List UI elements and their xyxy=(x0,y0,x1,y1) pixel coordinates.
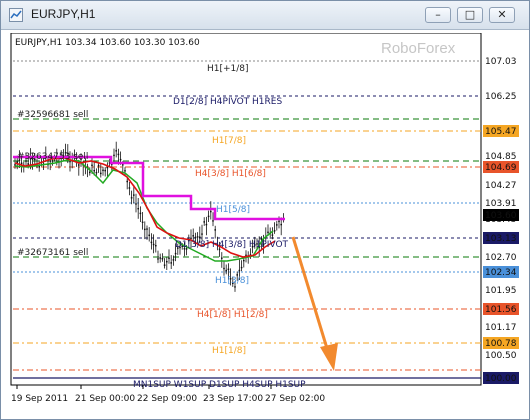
svg-text:104.85: 104.85 xyxy=(485,152,517,162)
svg-text:104.69: 104.69 xyxy=(485,163,517,173)
price-label: 104.69 xyxy=(483,161,519,173)
chart-info-line: EURJPY,H1 103.34 103.60 103.30 103.60 xyxy=(15,38,200,48)
title-bar[interactable]: EURJPY,H1 – □ ✕ xyxy=(1,1,529,30)
level-label: H1[1/8] xyxy=(212,346,246,356)
price-label: 103.91 xyxy=(483,197,519,209)
svg-text:101.56: 101.56 xyxy=(485,305,517,315)
svg-text:102.34: 102.34 xyxy=(485,268,517,278)
time-label: 27 Sep 02:00 xyxy=(265,394,325,404)
svg-text:100.50: 100.50 xyxy=(485,351,517,361)
svg-text:105.47: 105.47 xyxy=(485,127,517,137)
time-label: 21 Sep 00:00 xyxy=(75,394,135,404)
level-label: H4[3/8] H1[6/8] xyxy=(195,169,266,179)
watermark-logo: RoboForex xyxy=(381,40,456,57)
level-label: #32673161 sell xyxy=(17,248,88,258)
level-label: MN1SUP W1SUP D1SUP H4SUP H1SUP xyxy=(133,380,306,390)
price-label: 101.56 xyxy=(483,303,519,315)
level-label: H4[1/8] H1[2/8] xyxy=(197,310,268,320)
level-label: #32596681 sell xyxy=(17,110,88,120)
svg-text:104.27: 104.27 xyxy=(485,181,517,191)
time-label: 19 Sep 2011 xyxy=(11,394,68,404)
svg-text:102.70: 102.70 xyxy=(485,253,517,263)
maximize-button[interactable]: □ xyxy=(457,7,483,23)
chart-canvas[interactable]: H1[+1/8] D1[2/8] H4PIVOT H1RES #32596681 s… xyxy=(7,32,523,409)
minimize-button[interactable]: – xyxy=(425,7,451,23)
window-title: EURJPY,H1 xyxy=(31,7,96,21)
price-label: 102.34 xyxy=(483,266,519,278)
level-label: D1[2/8] H4PIVOT H1RES xyxy=(173,97,282,107)
level-label: H1[+1/8] xyxy=(207,64,249,74)
current-price-marker: 103.60 xyxy=(483,209,519,221)
svg-text:100.00: 100.00 xyxy=(485,374,517,384)
svg-text:107.03: 107.03 xyxy=(485,57,517,67)
price-label: 104.85 xyxy=(483,150,519,162)
price-label: 100.50 xyxy=(483,349,519,361)
chart-window: EURJPY,H1 – □ ✕ H1[+1/8] D1[2/8] H4PIVOT… xyxy=(0,0,530,420)
price-label: 101.95 xyxy=(483,284,519,296)
time-label: 22 Sep 09:00 xyxy=(137,394,197,404)
svg-text:103.91: 103.91 xyxy=(485,199,517,209)
price-label: 107.03 xyxy=(483,55,519,67)
price-label: 106.25 xyxy=(483,90,519,102)
level-label: D1[3/8] H4[3/8] H1PIVOT xyxy=(175,240,289,250)
time-label: 23 Sep 17:00 xyxy=(203,394,263,404)
svg-text:100.78: 100.78 xyxy=(485,339,517,349)
svg-text:106.25: 106.25 xyxy=(485,92,517,102)
price-label: 103.13 xyxy=(483,232,519,244)
price-label: 102.70 xyxy=(483,251,519,263)
svg-text:103.60: 103.60 xyxy=(485,211,517,221)
svg-text:101.17: 101.17 xyxy=(485,323,517,333)
price-label: 104.27 xyxy=(483,179,519,191)
price-chart[interactable]: H1[+1/8] D1[2/8] H4PIVOT H1RES #32596681 s… xyxy=(7,32,523,409)
price-label: 100.00 xyxy=(483,372,519,384)
svg-text:101.95: 101.95 xyxy=(485,286,517,296)
level-label: H1[7/8] xyxy=(212,136,246,146)
level-label: #32634753 sell xyxy=(17,152,88,162)
level-label: H1[3/8] xyxy=(215,276,249,286)
level-label: H1[5/8] xyxy=(216,205,250,215)
close-button[interactable]: ✕ xyxy=(489,7,515,23)
price-label: 100.78 xyxy=(483,337,519,349)
price-label: 105.47 xyxy=(483,125,519,137)
price-label: 101.17 xyxy=(483,321,519,333)
chart-icon xyxy=(9,8,23,22)
svg-text:103.13: 103.13 xyxy=(485,234,517,244)
